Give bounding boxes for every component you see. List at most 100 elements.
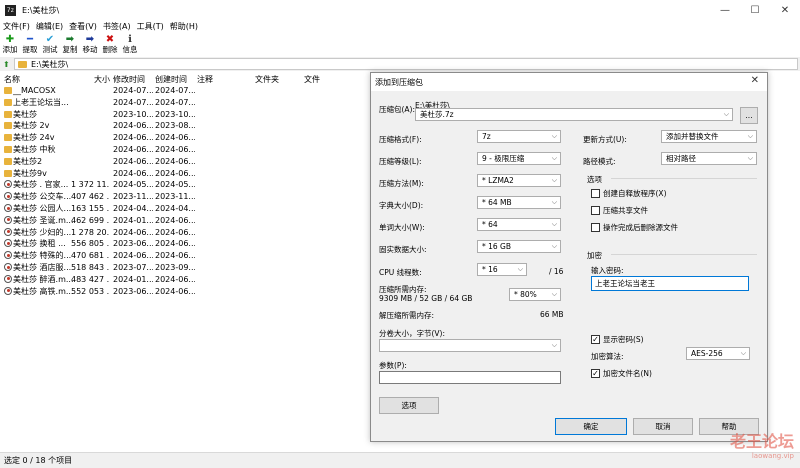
address-input[interactable]: E:\美杜莎\ [14, 58, 798, 70]
copy-button[interactable]: ➡ 复制 [60, 33, 80, 57]
split-combo[interactable]: ⌵ [379, 339, 561, 352]
cell-modified: 2024-06... [113, 133, 153, 143]
cancel-button[interactable]: 取消 [633, 418, 693, 435]
file-row[interactable]: 美杜莎 24v 2024-06... 2024-06... [0, 132, 370, 143]
path-mode-combo[interactable]: 相对路径 ⌵ [661, 152, 757, 165]
cell-modified: 2023-06... [113, 286, 153, 296]
enc-method-combo[interactable]: AES-256 ⌵ [686, 347, 750, 360]
extract-button[interactable]: ━ 提取 [20, 33, 40, 57]
mem-percent-combo[interactable]: * 80% ⌵ [509, 288, 561, 301]
delete-button[interactable]: ✖ 删除 [100, 33, 120, 57]
update-value: 添加并替换文件 [666, 132, 719, 141]
test-button[interactable]: ✔ 测试 [40, 33, 60, 57]
video-file-icon [4, 239, 12, 248]
password-input[interactable]: 上老王论坛当老王 [591, 276, 749, 291]
method-combo[interactable]: * LZMA2 ⌵ [477, 174, 561, 187]
file-row[interactable]: 美杜莎 换租 ...556 805 ...2023-06...2024-06..… [0, 238, 370, 249]
cell-created: 2024-04... [155, 204, 195, 213]
column-modified[interactable]: 修改时间 [113, 74, 145, 85]
encryption-group-divider [611, 254, 757, 255]
format-label: 压缩格式(F): [379, 135, 422, 144]
menu-tools[interactable]: 工具(T) [137, 21, 164, 32]
menu-file[interactable]: 文件(F) [3, 21, 30, 32]
dialog-close-icon[interactable]: ✕ [751, 75, 759, 86]
enc-method-value: AES-256 [691, 349, 723, 358]
check-icon: ✔ [45, 33, 55, 45]
show-password-checkbox-box: ✓ [591, 335, 600, 344]
file-row[interactable]: 美杜莎 少妇的...1 278 20...2024-06...2024-06..… [0, 227, 370, 238]
move-button[interactable]: ➡ 移动 [80, 33, 100, 57]
menu-help[interactable]: 帮助(H) [170, 21, 198, 32]
level-combo[interactable]: 9 - 极限压缩 ⌵ [477, 152, 561, 165]
sfx-checkbox[interactable]: 创建自释放程序(X) [591, 188, 667, 199]
file-row[interactable]: 美杜莎 公园人...163 155 ...2024-04...2024-04..… [0, 203, 370, 214]
menu-edit[interactable]: 编辑(E) [36, 21, 63, 32]
up-folder-icon[interactable]: ⬆ [3, 60, 13, 69]
cell-modified: 2023-10... [113, 109, 153, 119]
column-created[interactable]: 创建时间 [155, 74, 187, 85]
close-button[interactable]: ✕ [770, 0, 800, 20]
cell-created: 2023-09... [155, 263, 195, 272]
file-row[interactable]: 美杜莎 2v 2024-06... 2023-08... [0, 120, 370, 131]
window-title: E:\美杜莎\ [22, 5, 60, 15]
file-row[interactable]: __MACOSX 2024-07... 2024-07... [0, 85, 370, 96]
cell-name: 上老王论坛当... [13, 97, 69, 107]
file-row[interactable]: 美杜莎9v 2024-06... 2024-06... [0, 168, 370, 179]
file-row[interactable]: 美杜莎 特殊的...470 681 ...2024-06...2024-06..… [0, 250, 370, 261]
dict-combo[interactable]: * 64 MB ⌵ [477, 196, 561, 209]
column-folders[interactable]: 文件夹 [255, 74, 279, 85]
column-name[interactable]: 名称 [4, 74, 20, 85]
split-label: 分卷大小，字节(V): [379, 329, 446, 338]
copy-label: 复制 [62, 45, 78, 54]
cell-size: 556 805 ... [71, 239, 109, 249]
add-button[interactable]: ✚ 添加 [0, 33, 20, 57]
word-combo[interactable]: * 64 ⌵ [477, 218, 561, 231]
column-files[interactable]: 文件 [304, 74, 320, 85]
maximize-button[interactable]: ☐ [740, 0, 770, 20]
cell-created: 2024-06... [155, 145, 195, 154]
sfx-checkbox-box [591, 189, 600, 198]
menu-view[interactable]: 查看(V) [69, 21, 97, 32]
encrypt-names-checkbox[interactable]: ✓ 加密文件名(N) [591, 368, 652, 379]
file-row[interactable]: 上老王论坛当... 2024-07... 2024-07... [0, 97, 370, 108]
plus-icon: ✚ [5, 33, 15, 45]
file-row[interactable]: 美杜莎 圣诞.m...462 699 ...2024-01...2024-06.… [0, 215, 370, 226]
menu-bookmarks[interactable]: 书签(A) [103, 21, 131, 32]
file-row[interactable]: 美杜莎 酒店服...518 843 ...2023-07...2023-09..… [0, 262, 370, 273]
minimize-button[interactable]: — [710, 0, 740, 20]
info-button[interactable]: ℹ 信息 [120, 33, 140, 57]
update-combo[interactable]: 添加并替换文件 ⌵ [661, 130, 757, 143]
browse-button[interactable]: ... [740, 107, 758, 124]
ok-button[interactable]: 确定 [555, 418, 627, 435]
cpu-combo[interactable]: * 16 ⌵ [477, 263, 527, 276]
watermark-sub: laowang.vip [751, 452, 794, 460]
folder-icon [4, 146, 12, 153]
delete-after-checkbox[interactable]: 操作完成后删除源文件 [591, 222, 678, 233]
folder-icon [4, 169, 12, 177]
file-row[interactable]: 美杜莎 公交车...407 462 ...2023-11...2023-11..… [0, 191, 370, 202]
column-size[interactable]: 大小 [94, 74, 110, 85]
chevron-down-icon: ⌵ [551, 290, 557, 298]
archive-name-combo[interactable]: 美杜莎.7z ⌵ [415, 108, 733, 121]
shared-files-checkbox[interactable]: 压缩共享文件 [591, 205, 648, 216]
solid-combo[interactable]: * 16 GB ⌵ [477, 240, 561, 253]
cell-modified: 2023-06... [113, 239, 153, 249]
options-button[interactable]: 选项 [379, 397, 439, 414]
file-row[interactable]: 美杜莎 中秋 2024-06... 2024-06... [0, 144, 370, 155]
archive-label: 压缩包(A): [379, 105, 416, 114]
params-input[interactable] [379, 371, 561, 384]
cell-size: 462 699 ... [71, 215, 109, 225]
format-combo[interactable]: 7z ⌵ [477, 130, 561, 143]
file-row[interactable]: 美杜莎 2023-10... 2023-10... [0, 109, 370, 120]
cell-created: 2024-06... [155, 227, 195, 237]
column-comment[interactable]: 注释 [197, 74, 213, 85]
chevron-down-icon: ⌵ [551, 132, 557, 140]
show-password-checkbox[interactable]: ✓ 显示密码(S) [591, 334, 644, 345]
file-row[interactable]: 美杜莎 . 官家...1 372 11...2024-05...2024-05.… [0, 179, 370, 190]
file-row[interactable]: 美杜莎 高铁.m...552 053 ...2023-06...2024-06.… [0, 286, 370, 297]
cell-name: 美杜莎2 [13, 156, 43, 166]
watermark: 老王论坛 laowang.vip [730, 428, 794, 460]
folder-icon [4, 134, 12, 142]
file-row[interactable]: 美杜莎 醉酒.m...483 427 ...2024-01...2024-06.… [0, 274, 370, 285]
file-row[interactable]: 美杜莎2 2024-06... 2024-06... [0, 156, 370, 167]
